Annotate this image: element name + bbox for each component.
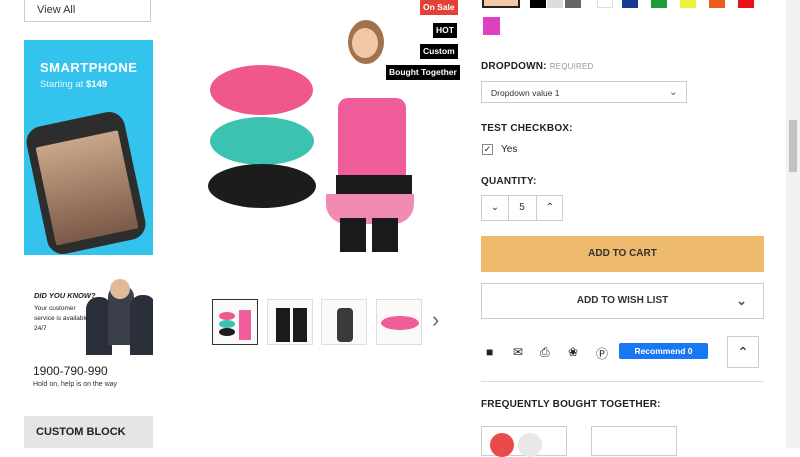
badge-hot: HOT [433, 23, 457, 38]
checkbox-label: TEST CHECKBOX: [481, 123, 573, 134]
swatch[interactable] [547, 0, 563, 8]
swatch[interactable] [622, 0, 638, 8]
chevron-right-icon[interactable]: › [432, 308, 439, 332]
divider [481, 381, 764, 382]
quantity-input[interactable]: 5 [509, 196, 535, 220]
thumbnail-4[interactable] [376, 299, 422, 345]
swatch-selected[interactable] [482, 0, 520, 8]
banner-title: SMARTPHONE [40, 60, 138, 75]
bought-together-item[interactable] [591, 426, 677, 456]
thumbnail-3[interactable] [321, 299, 367, 345]
quantity-label: QUANTITY: [481, 176, 537, 187]
pinterest-icon[interactable]: Ⓟ [596, 345, 608, 362]
support-phone: 1900-790-990 [33, 364, 108, 378]
bought-together-item[interactable] [481, 426, 567, 457]
decrease-quantity-button[interactable]: ⌄ [482, 196, 509, 220]
swatch[interactable] [530, 0, 546, 8]
chevron-down-icon: ⌄ [668, 86, 678, 98]
swatch[interactable] [680, 0, 696, 8]
dropdown-label: DROPDOWN: REQUIRED [481, 61, 594, 72]
swatch[interactable] [738, 0, 754, 8]
bought-together-heading: FREQUENTLY BOUGHT TOGETHER: [481, 399, 661, 410]
badge-custom: Custom [420, 44, 458, 59]
scrollbar-thumb[interactable] [789, 120, 797, 172]
print-icon[interactable]: ⎙ [540, 345, 550, 360]
facebook-recommend-button[interactable]: Recommend 0 [619, 343, 708, 359]
did-you-know-text: Your customer service is available 24/7 [34, 305, 89, 332]
swatch[interactable] [597, 0, 613, 8]
swatch[interactable] [483, 17, 500, 35]
swatch[interactable] [651, 0, 667, 8]
custom-block-heading: CUSTOM BLOCK [24, 416, 153, 448]
phone-image [24, 109, 149, 255]
checkbox-option-label: Yes [501, 144, 518, 155]
thumbnail-2[interactable] [267, 299, 313, 345]
thumbnail-1[interactable] [212, 299, 258, 345]
back-to-top-button[interactable]: ⌃ [727, 336, 759, 368]
chevron-down-icon: ⌄ [736, 293, 747, 308]
swatch[interactable] [709, 0, 725, 8]
banner-subtitle: Starting at $149 [40, 79, 108, 90]
dropdown-select[interactable]: Dropdown value 1 ⌄ [481, 81, 687, 103]
badge-bought-together: Bought Together [386, 65, 460, 80]
add-to-cart-button[interactable]: ADD TO CART [481, 236, 764, 272]
swatch[interactable] [565, 0, 581, 8]
badge-on-sale: On Sale [420, 0, 458, 15]
did-you-know-heading: DID YOU KNOW? [34, 291, 96, 300]
support-hold-text: Hold on, help is on the way [33, 381, 118, 388]
add-to-wishlist-button[interactable]: ADD TO WISH LIST ⌄ [481, 283, 764, 319]
view-all-link[interactable]: View All [24, 0, 151, 22]
customer-service-banner: DID YOU KNOW? Your customer service is a… [24, 271, 153, 355]
smartphone-banner[interactable]: SMARTPHONE Starting at $149 [24, 40, 153, 255]
twitter-icon[interactable]: ❀ [568, 345, 578, 359]
email-icon[interactable]: ✉ [513, 345, 523, 359]
quantity-stepper: ⌄ 5 ⌃ [481, 195, 563, 221]
scrollbar[interactable] [786, 0, 800, 448]
facebook-icon[interactable]: ■ [486, 345, 493, 359]
yes-checkbox[interactable]: ✓ [482, 144, 493, 155]
increase-quantity-button[interactable]: ⌃ [536, 196, 563, 220]
